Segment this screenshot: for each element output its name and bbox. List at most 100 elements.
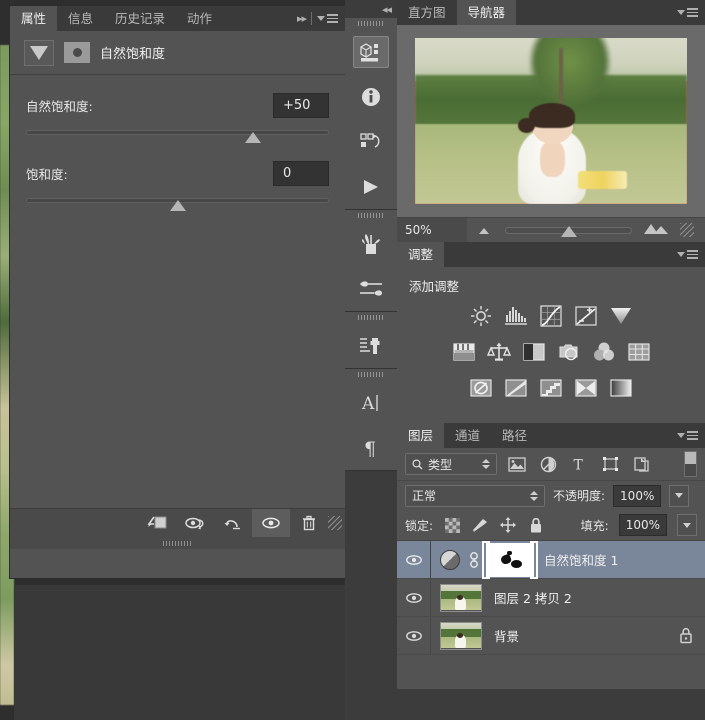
panel-resize-grip[interactable] [328,516,342,530]
small-mountain-icon[interactable] [475,221,495,240]
history-icon[interactable] [345,119,397,164]
color-lookup-icon[interactable] [626,339,652,365]
adjustment-layer-thumbs[interactable] [431,540,538,579]
invert-icon[interactable] [468,375,494,401]
saturation-slider[interactable] [26,195,329,213]
filter-adjustment-layers-icon[interactable] [537,453,559,475]
tab-histogram[interactable]: 直方图 [397,0,457,25]
tab-properties[interactable]: 属性 [10,6,58,31]
black-white-icon[interactable] [521,339,547,365]
3d-panel-icon[interactable] [345,29,397,74]
panel-menu-icon[interactable] [317,14,338,23]
dock-grip-3[interactable] [345,312,397,323]
tab-adjustments[interactable]: 调整 [397,242,445,267]
navigator-thumbnail[interactable] [415,38,687,204]
zoom-slider-track[interactable] [505,225,632,237]
filter-shape-layers-icon[interactable] [599,453,621,475]
properties-bottom-grip[interactable] [10,537,345,549]
lock-image-pixels-icon[interactable] [471,516,489,534]
character-icon[interactable]: A [345,380,397,425]
properties-footer [10,508,345,538]
actions-play-icon[interactable] [345,164,397,209]
dock-grip-2[interactable] [345,210,397,221]
hue-saturation-icon[interactable] [451,339,477,365]
tab-paths[interactable]: 路径 [491,423,539,448]
filter-pixel-layers-icon[interactable] [506,453,528,475]
lock-position-icon[interactable] [499,516,517,534]
tab-layers[interactable]: 图层 [397,423,445,448]
reset-icon[interactable] [214,509,252,538]
layer-visibility-icon[interactable] [397,617,431,654]
channel-mixer-icon[interactable] [591,339,617,365]
navigator-zoom-slider[interactable] [467,221,705,240]
overflow-chevrons-icon[interactable]: ▸▸ [297,12,307,25]
vibrance-icon[interactable] [608,303,634,329]
layer-mask-icon[interactable] [64,42,90,63]
filter-enable-toggle[interactable] [684,451,697,477]
navigator-preview-area[interactable] [397,25,705,217]
lock-transparent-pixels-icon[interactable] [443,516,461,534]
navigator-resize-grip[interactable] [680,223,694,237]
table-row[interactable]: 自然饱和度 1 [397,540,705,579]
adjustments-menu-icon[interactable] [677,250,698,259]
layers-menu-icon[interactable] [677,431,698,440]
selective-color-icon[interactable] [573,375,599,401]
levels-icon[interactable] [503,303,529,329]
zoom-level-field[interactable]: 50% [397,217,467,243]
filter-type-select[interactable]: 类型 [405,453,497,475]
brush-settings-icon[interactable] [345,266,397,311]
color-balance-icon[interactable] [486,339,512,365]
clip-to-layer-icon[interactable] [138,509,176,538]
brush-presets-icon[interactable] [345,221,397,266]
lock-all-icon[interactable] [527,516,545,534]
brightness-contrast-icon[interactable] [468,303,494,329]
filter-type-layers-icon[interactable]: T [568,453,590,475]
info-icon[interactable] [345,74,397,119]
dock-grip-4[interactable] [345,369,397,380]
table-row[interactable]: 图层 2 拷贝 2 [397,579,705,617]
tab-history[interactable]: 历史记录 [104,6,177,31]
photo-filter-icon[interactable] [556,339,582,365]
opacity-value[interactable]: 100% [613,484,662,507]
layer-mask-thumbnail[interactable] [482,540,538,579]
zoom-slider-thumb[interactable] [560,225,577,237]
tab-channels[interactable]: 通道 [444,423,492,448]
exposure-icon[interactable] [573,303,599,329]
layer-visibility-icon[interactable] [397,579,431,616]
visibility-eye-icon[interactable] [252,508,290,538]
tab-navigator[interactable]: 导航器 [456,0,517,25]
dock-collapse-button[interactable]: ◂◂ [345,0,397,18]
vibrance-slider[interactable] [26,127,329,145]
layer-visibility-icon[interactable] [397,541,431,578]
filter-smart-object-icon[interactable] [630,453,652,475]
link-layers-icon[interactable] [467,550,481,570]
adjustment-icon-grid [397,303,705,423]
delete-trash-icon[interactable] [290,509,328,538]
large-mountain-icon[interactable] [642,221,670,240]
saturation-value-field[interactable]: 0 [273,161,329,186]
preview-toggle-icon[interactable] [176,509,214,538]
opacity-dropdown-icon[interactable] [669,484,690,507]
table-row[interactable]: 背景 [397,617,705,655]
filter-type-stepper[interactable] [482,459,490,469]
vibrance-value-field[interactable]: +50 [273,93,329,118]
gradient-map-icon[interactable] [608,375,634,401]
fill-dropdown-icon[interactable] [677,514,697,536]
fill-value[interactable]: 100% [618,514,667,536]
clone-source-icon[interactable] [345,323,397,368]
filter-type-label: 类型 [428,457,453,472]
layer-thumbnail[interactable] [440,621,482,650]
tab-actions[interactable]: 动作 [176,6,224,31]
blend-mode-select[interactable]: 正常 [405,484,545,507]
vibrance-slider-thumb[interactable] [245,132,262,143]
layer-thumbnail[interactable] [440,583,482,612]
saturation-slider-thumb[interactable] [169,200,186,211]
posterize-icon[interactable] [503,375,529,401]
navigator-menu-icon[interactable] [677,8,698,17]
paragraph-icon[interactable]: ¶ [345,425,397,470]
curves-icon[interactable] [538,303,564,329]
tab-info[interactable]: 信息 [57,6,105,31]
blend-mode-stepper[interactable] [530,490,538,501]
threshold-icon[interactable] [538,375,564,401]
dock-grip-1[interactable] [345,18,397,29]
